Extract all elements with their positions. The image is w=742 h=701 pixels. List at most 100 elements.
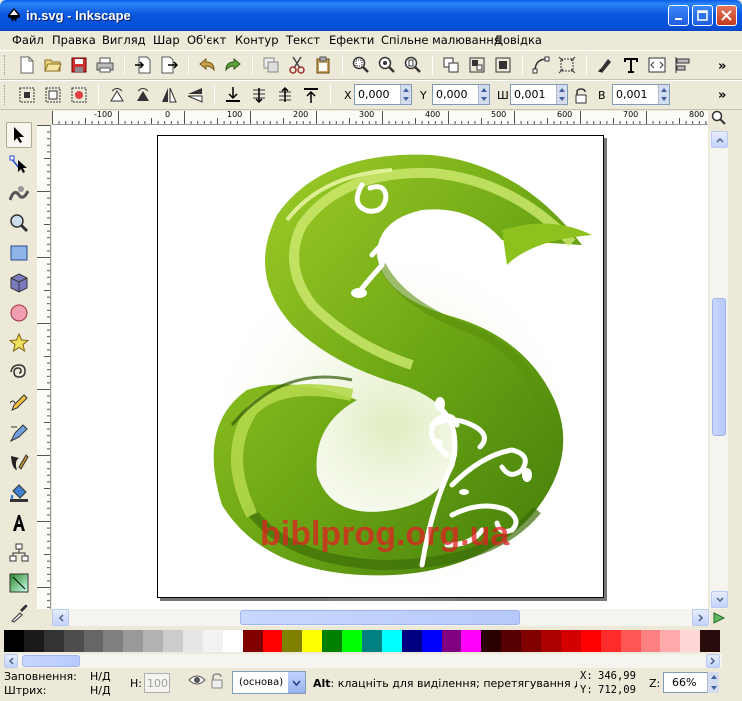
- menu-layer[interactable]: Шар: [153, 33, 180, 47]
- toolbar-overflow-button[interactable]: »: [718, 59, 726, 74]
- toolbar-grip[interactable]: [4, 55, 7, 75]
- drawing-canvas[interactable]: biblprog.org.ua: [52, 125, 708, 609]
- x-spin-arrows[interactable]: [400, 85, 411, 104]
- rotate-ccw-icon[interactable]: [106, 84, 128, 106]
- color-swatch[interactable]: [401, 630, 422, 652]
- minimize-button[interactable]: [668, 5, 689, 26]
- transform-icon[interactable]: [556, 54, 578, 76]
- scroll-left-button[interactable]: [52, 609, 69, 626]
- lock-proportions-icon[interactable]: [570, 85, 592, 107]
- export-icon[interactable]: [158, 54, 180, 76]
- calligraphy-tool[interactable]: [6, 450, 32, 476]
- connector-tool[interactable]: [6, 540, 32, 566]
- fill-stroke-icon[interactable]: [594, 54, 616, 76]
- paste-icon[interactable]: [312, 54, 334, 76]
- dropper-tool[interactable]: [6, 600, 32, 626]
- zoom-page-icon[interactable]: [402, 54, 424, 76]
- pencil-tool[interactable]: [6, 390, 32, 416]
- scroll-down-button[interactable]: [711, 591, 728, 608]
- deselect-icon[interactable]: [68, 84, 90, 106]
- color-swatch[interactable]: [521, 630, 542, 652]
- open-icon[interactable]: [42, 54, 64, 76]
- y-spinbox[interactable]: 0,000: [432, 84, 490, 105]
- pen-tool[interactable]: [6, 420, 32, 446]
- text-editor-icon[interactable]: [620, 54, 642, 76]
- toolbar-overflow-button[interactable]: »: [718, 88, 726, 103]
- color-swatch[interactable]: [421, 630, 442, 652]
- color-swatch[interactable]: [580, 630, 601, 652]
- color-swatch[interactable]: [103, 630, 124, 652]
- color-swatch[interactable]: [4, 630, 24, 652]
- color-swatch[interactable]: [680, 630, 701, 652]
- zoom-tool[interactable]: [6, 210, 32, 236]
- opacity-field[interactable]: 100: [144, 673, 170, 693]
- color-swatch[interactable]: [163, 630, 184, 652]
- palette-scroll-left[interactable]: [4, 654, 18, 668]
- cut-icon[interactable]: [286, 54, 308, 76]
- menu-edit[interactable]: Правка: [52, 33, 96, 47]
- current-layer-dropdown[interactable]: (основа): [232, 671, 306, 694]
- new-doc-icon[interactable]: [16, 54, 38, 76]
- color-swatch[interactable]: [202, 630, 223, 652]
- zoom-spin-arrows[interactable]: [707, 672, 720, 693]
- ungroup-icon[interactable]: [466, 54, 488, 76]
- stroke-value[interactable]: Н/Д: [90, 684, 111, 697]
- color-swatch[interactable]: [183, 630, 203, 652]
- layer-visibility-icon[interactable]: [188, 673, 208, 693]
- close-button[interactable]: [716, 5, 737, 26]
- menu-view[interactable]: Вигляд: [102, 33, 146, 47]
- raise-icon[interactable]: [274, 84, 296, 106]
- maximize-button[interactable]: [692, 5, 713, 26]
- layer-lock-icon[interactable]: [210, 673, 228, 693]
- ellipse-tool[interactable]: [6, 300, 32, 326]
- color-swatch[interactable]: [342, 630, 363, 652]
- rotate-cw-icon[interactable]: [132, 84, 154, 106]
- group-icon[interactable]: [440, 54, 462, 76]
- palette-scroll-thumb[interactable]: [22, 655, 80, 667]
- select-all-layers-icon[interactable]: [42, 84, 64, 106]
- menu-effects[interactable]: Ефекти: [329, 33, 374, 47]
- clone-icon[interactable]: [492, 54, 514, 76]
- selector-tool[interactable]: [6, 122, 32, 148]
- select-all-icon[interactable]: [16, 84, 38, 106]
- import-icon[interactable]: [132, 54, 154, 76]
- zoom-selection-icon[interactable]: [350, 54, 372, 76]
- menu-file[interactable]: Файл: [12, 33, 44, 47]
- duplicate-icon[interactable]: [260, 54, 282, 76]
- menu-help[interactable]: Довідка: [494, 33, 542, 47]
- zoom-drawing-icon[interactable]: [376, 54, 398, 76]
- redo-icon[interactable]: [222, 54, 244, 76]
- menu-collaboration[interactable]: Спільне малювання: [381, 33, 501, 47]
- raise-to-top-icon[interactable]: [300, 84, 322, 106]
- palette-scroll-right[interactable]: [706, 654, 720, 668]
- flip-vertical-icon[interactable]: [184, 84, 206, 106]
- y-spin-arrows[interactable]: [478, 85, 489, 104]
- color-swatch[interactable]: [362, 630, 382, 652]
- color-swatch[interactable]: [302, 630, 323, 652]
- text-tool[interactable]: [6, 510, 32, 536]
- scroll-up-button[interactable]: [711, 131, 728, 148]
- paint-bucket-tool[interactable]: [6, 480, 32, 506]
- color-swatch[interactable]: [262, 630, 283, 652]
- menu-text[interactable]: Текст: [286, 33, 320, 47]
- save-icon[interactable]: [68, 54, 90, 76]
- dropdown-button[interactable]: [288, 672, 305, 693]
- color-managed-icon[interactable]: [710, 609, 728, 626]
- color-swatch[interactable]: [600, 630, 621, 652]
- color-swatch[interactable]: [660, 630, 681, 652]
- gradient-tool[interactable]: [6, 570, 32, 596]
- 3d-box-tool[interactable]: [6, 270, 32, 296]
- vertical-scrollbar[interactable]: [710, 131, 728, 609]
- color-swatch[interactable]: [501, 630, 522, 652]
- color-swatch[interactable]: [381, 630, 402, 652]
- vertical-scroll-thumb[interactable]: [712, 298, 726, 436]
- color-swatch[interactable]: [461, 630, 482, 652]
- y-value[interactable]: 0,000: [433, 88, 478, 101]
- spiral-tool[interactable]: [6, 360, 32, 386]
- color-swatch[interactable]: [441, 630, 462, 652]
- color-swatch[interactable]: [63, 630, 84, 652]
- scroll-right-button[interactable]: [692, 609, 709, 626]
- color-swatch[interactable]: [560, 630, 581, 652]
- s-letter-artwork[interactable]: biblprog.org.ua: [52, 125, 708, 609]
- palette-scrollbar[interactable]: [4, 654, 722, 668]
